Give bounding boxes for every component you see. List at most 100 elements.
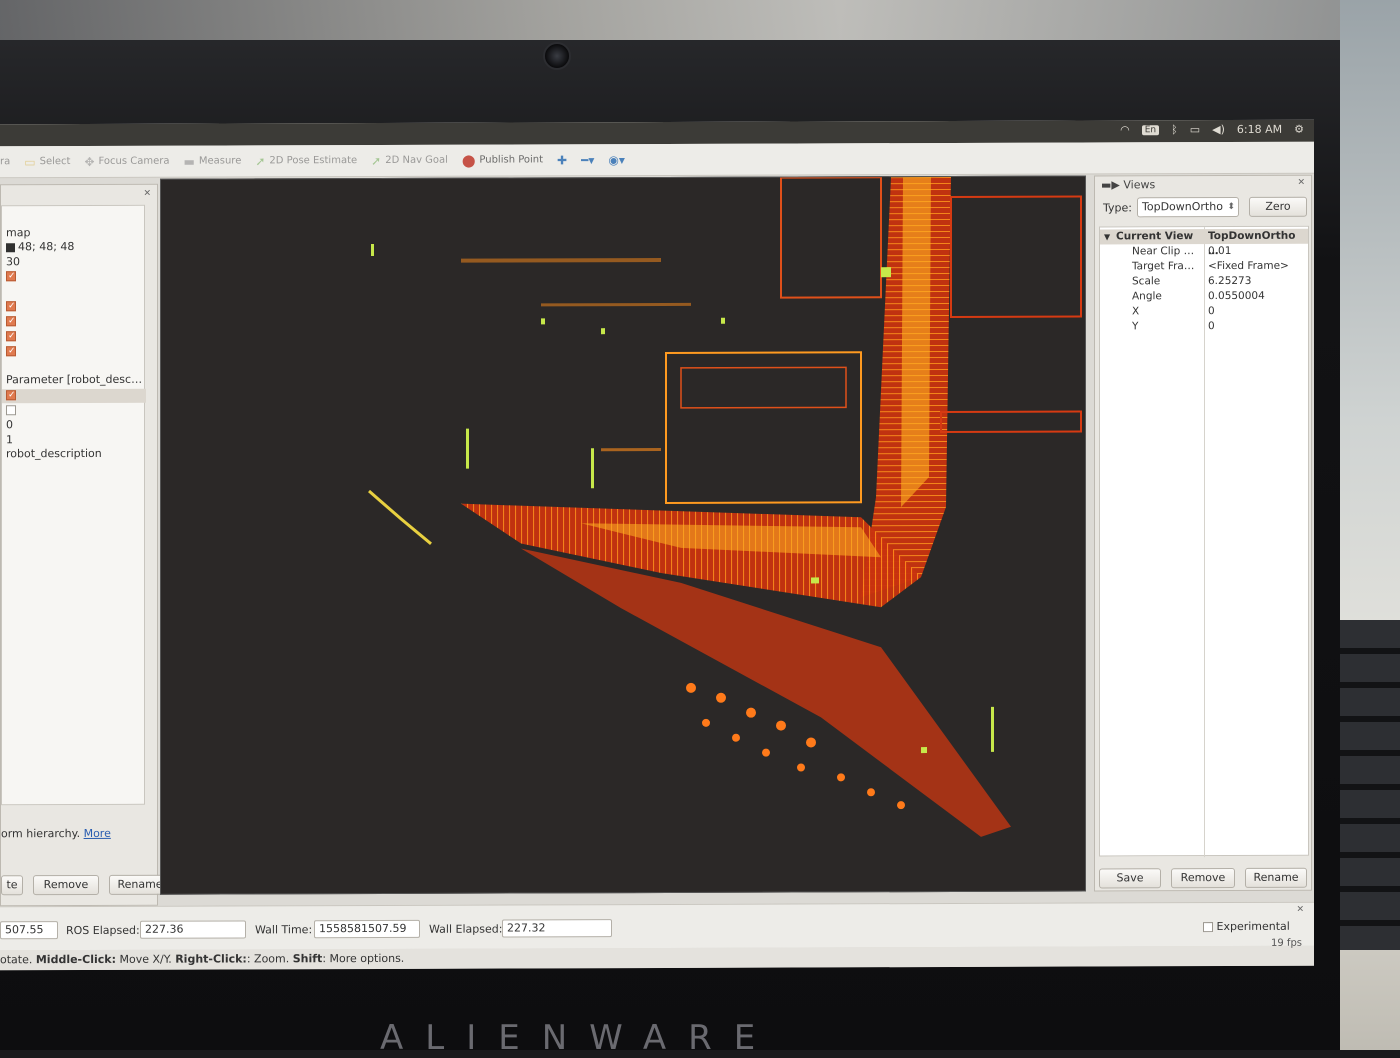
minus-icon: ━▾ — [581, 152, 595, 167]
webcam — [543, 42, 571, 70]
room-background — [0, 0, 1400, 40]
nav-goal-tool[interactable]: ➚ 2D Nav Goal — [371, 153, 448, 167]
close-icon[interactable]: ✕ — [1296, 905, 1304, 915]
eye-icon: ◉▾ — [608, 152, 625, 167]
rename-view-button[interactable]: Rename — [1245, 867, 1307, 888]
publish-point-tool[interactable]: ⬤ Publish Point — [462, 153, 543, 167]
clock[interactable]: 6:18 AM — [1237, 123, 1282, 136]
add-display-button[interactable]: te — [1, 875, 23, 896]
close-icon[interactable]: ✕ — [143, 189, 151, 199]
arrow-icon: ➚ — [371, 153, 382, 168]
pin-icon: ⬤ — [461, 153, 476, 168]
time-panel: ✕ 507.55 ROS Elapsed: 227.36 Wall Time: … — [0, 901, 1314, 951]
rviz-toolbar: ra ▭ Select ✥ Focus Camera ▬ Measure ➚ 2D Po… — [0, 141, 1314, 179]
system-tray: ◠ En ᛒ ▭ ◀) 6:18 AM ⚙ — [1120, 123, 1304, 137]
battery-icon[interactable]: ▭ — [1190, 123, 1200, 136]
add-tool-button[interactable]: ✚ — [557, 153, 567, 167]
fps-counter: 19 fps — [1271, 937, 1302, 949]
3d-viewport[interactable] — [160, 175, 1086, 895]
views-panel: ▬▶ Views ✕ Type: TopDownOrtho ⬍ Zero ▼ Cu… — [1094, 174, 1312, 892]
wall-elapsed-label: Wall Elapsed: — [429, 922, 503, 936]
volume-icon[interactable]: ◀) — [1212, 123, 1225, 136]
selected-row-highlight — [2, 388, 146, 404]
property-row[interactable]: Scale 6.25273 — [1100, 274, 1308, 290]
wall-time-field[interactable]: 1558581507.59 — [314, 919, 420, 939]
displays-buttons: te Remove Rename — [1, 874, 171, 896]
remove-display-button[interactable]: Remove — [33, 874, 99, 896]
fixed-frame-value[interactable]: map — [6, 226, 30, 240]
checkbox-icon — [6, 271, 16, 282]
road-highlight — [901, 177, 931, 508]
alpha-value[interactable]: 1 — [6, 433, 13, 447]
focus-camera-tool[interactable]: ✥ Focus Camera — [84, 154, 169, 168]
pose-estimate-tool[interactable]: ➚ 2D Pose Estimate — [255, 154, 357, 168]
brand-logo: ALIENWARE — [380, 1018, 778, 1058]
wall-elapsed-field[interactable]: 227.32 — [502, 919, 612, 938]
view-properties-table: ▼ Current View TopDownOrtho … Near Clip … — [1099, 225, 1309, 858]
display-checkbox[interactable] — [6, 329, 16, 343]
ros-elapsed-field[interactable]: 227.36 — [140, 920, 246, 939]
checkbox-icon — [6, 331, 16, 342]
displays-panel: ✕ map 48; 48; 48 30 Parameter [robot_des… — [0, 183, 171, 907]
measure-tool[interactable]: ▬ Measure — [184, 154, 242, 168]
bluetooth-icon[interactable]: ᛒ — [1171, 123, 1178, 136]
display-checkbox[interactable] — [6, 269, 16, 283]
background-color-value[interactable]: 48; 48; 48 — [6, 240, 74, 254]
expand-triangle-icon[interactable]: ▼ — [1104, 229, 1110, 244]
views-title: ▬▶ Views — [1101, 178, 1156, 192]
property-row[interactable]: Y0 — [1100, 319, 1308, 335]
display-checkbox[interactable] — [6, 344, 16, 358]
select-tool[interactable]: ▭ Select — [24, 155, 70, 169]
plus-icon: ✚ — [557, 152, 568, 167]
experimental-checkbox[interactable]: Experimental — [1203, 920, 1290, 933]
checkbox-icon — [6, 346, 16, 357]
property-row[interactable]: Angle 0.0550004 — [1100, 289, 1308, 305]
wall-time-label: Wall Time: — [255, 923, 313, 937]
keyboard-edge — [1340, 620, 1400, 950]
checkbox-icon — [1203, 922, 1213, 933]
rviz-screen: ◠ En ᛒ ▭ ◀) 6:18 AM ⚙ ra ▭ Select ✥ Focus … — [0, 119, 1314, 971]
view-type-select[interactable]: TopDownOrtho ⬍ — [1137, 196, 1239, 218]
display-checkbox[interactable] — [6, 403, 16, 417]
type-label: Type: — [1103, 201, 1132, 215]
ros-time-field[interactable]: 507.55 — [0, 921, 58, 940]
current-view-row[interactable]: ▼ Current View TopDownOrtho … — [1100, 228, 1308, 257]
checkbox-icon — [6, 301, 16, 312]
property-row[interactable]: X0 — [1100, 304, 1308, 320]
remove-tool-button[interactable]: ━▾ — [581, 153, 594, 167]
point-cloud-render — [161, 176, 1085, 894]
more-link[interactable]: More — [84, 827, 111, 840]
save-button[interactable]: Save — [1099, 868, 1161, 889]
frame-rate-value[interactable]: 30 — [6, 255, 20, 269]
display-checkbox[interactable] — [6, 388, 16, 402]
alpha-value[interactable]: 0 — [6, 418, 13, 432]
checkbox-icon — [6, 390, 16, 401]
property-row[interactable]: Target Fra… <Fixed Frame> — [1100, 259, 1308, 275]
arrow-icon: ➚ — [255, 153, 266, 168]
displays-tree: map 48; 48; 48 30 Parameter [robot_desc…… — [1, 204, 146, 806]
views-buttons: Save Remove Rename — [1099, 867, 1307, 889]
property-row[interactable]: Near Clip … 0.01 — [1100, 244, 1308, 260]
camera-type-button[interactable]: ◉▾ — [608, 153, 625, 167]
remove-view-button[interactable]: Remove — [1171, 867, 1235, 889]
gear-icon[interactable]: ⚙ — [1294, 123, 1304, 136]
interact-tool[interactable]: ra — [0, 156, 10, 167]
ros-elapsed-label: ROS Elapsed: — [66, 923, 140, 938]
keyboard-layout-indicator[interactable]: En — [1141, 124, 1160, 135]
ruler-icon: ▬ — [183, 154, 195, 169]
help-text: orm hierarchy. More — [1, 812, 157, 866]
select-icon: ▭ — [24, 154, 36, 169]
checkbox-icon — [6, 316, 16, 327]
display-checkbox[interactable] — [6, 299, 16, 313]
robot-description-value[interactable]: robot_description — [6, 447, 102, 461]
display-checkbox[interactable] — [6, 314, 16, 328]
zero-button[interactable]: Zero — [1249, 196, 1307, 217]
chevron-updown-icon: ⬍ — [1227, 201, 1235, 213]
wifi-icon[interactable]: ◠ — [1120, 123, 1130, 136]
color-swatch — [6, 242, 15, 252]
camera-icon: ▬▶ — [1101, 178, 1124, 192]
crosshair-icon: ✥ — [84, 154, 95, 169]
robot-model-param[interactable]: Parameter [robot_desc… — [6, 373, 142, 387]
close-icon[interactable]: ✕ — [1297, 178, 1305, 188]
checkbox-icon — [6, 405, 16, 416]
